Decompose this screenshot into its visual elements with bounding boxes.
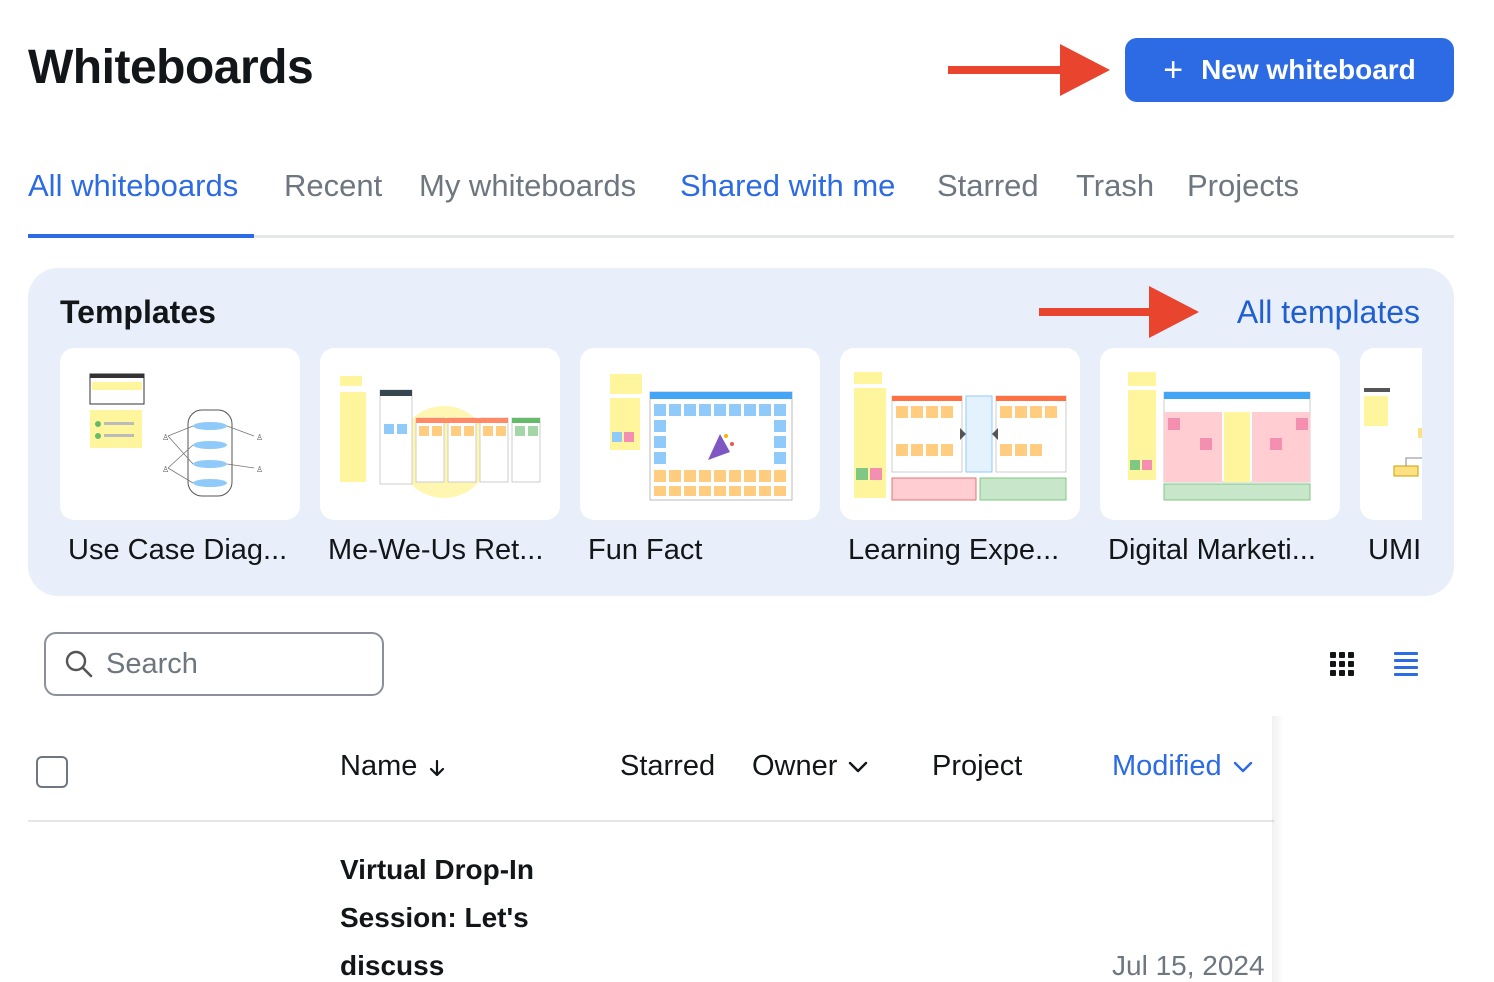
column-owner[interactable]: Owner [752,750,869,783]
template-thumbnail [1100,348,1340,520]
template-card-label: Learning Expe... [848,534,1060,566]
template-card-label: Fun Fact [588,534,703,566]
page-title: Whiteboards [28,41,314,94]
tab-recent[interactable]: Recent [284,168,382,204]
annotation-arrow-all-templates [1039,286,1201,338]
templates-panel: Templates All templates ♙ ♙ ♙ ♙ Use Case… [28,268,1454,596]
column-project[interactable]: Project [932,750,1022,783]
tab-bar: All whiteboards Recent My whiteboards Sh… [28,160,1454,238]
tab-projects[interactable]: Projects [1187,168,1299,204]
column-modified-label: Modified [1112,750,1222,782]
column-overlay [1274,716,1494,982]
table-header: Name Starred Owner Project Modified [28,730,1454,822]
tab-my-whiteboards[interactable]: My whiteboards [419,168,636,204]
annotation-arrow-new-whiteboard [948,44,1110,96]
search-icon [65,650,93,678]
new-whiteboard-button[interactable]: + New whiteboard [1125,38,1454,102]
template-thumbnail [1360,348,1422,520]
active-tab-indicator [28,234,254,238]
template-card-label: UMI [1368,534,1422,566]
select-all-checkbox[interactable] [36,756,68,788]
template-card-label: Digital Marketi... [1108,534,1316,566]
tab-shared-with-me[interactable]: Shared with me [680,168,895,204]
modified-date: Jul 15, 2024 [1112,950,1265,981]
svg-text:♙: ♙ [256,465,263,474]
plus-icon: + [1163,51,1184,89]
templates-title: Templates [60,294,216,330]
template-card[interactable]: Fun Fact [580,348,820,567]
template-card[interactable]: Digital Marketi... [1100,348,1340,567]
template-card-label: Use Case Diag... [68,534,288,566]
search-input[interactable] [106,647,346,681]
tab-trash[interactable]: Trash [1076,168,1154,204]
chevron-down-icon [1233,761,1252,772]
search-box[interactable] [44,632,384,696]
all-templates-link[interactable]: All templates [1237,294,1420,331]
column-name[interactable]: Name [340,750,447,783]
template-card-label: Me-We-Us Ret... [328,534,544,566]
chevron-down-icon [849,761,868,772]
grid-view-icon[interactable] [1330,652,1354,676]
list-view-icon[interactable] [1394,652,1418,676]
svg-text:♙: ♙ [256,433,263,442]
column-shadow [1272,716,1284,982]
template-thumbnail [840,348,1080,520]
column-starred[interactable]: Starred [620,750,715,783]
template-card[interactable]: Me-We-Us Ret... [320,348,560,567]
template-thumbnail [580,348,820,520]
template-thumbnail [320,348,560,520]
column-name-label: Name [340,750,418,782]
svg-text:♙: ♙ [162,465,169,474]
column-owner-label: Owner [752,750,838,782]
tab-starred[interactable]: Starred [937,168,1039,204]
template-card[interactable]: ♙ ♙ ♙ ♙ Use Case Diag... [60,348,300,567]
template-thumbnail: ♙ ♙ ♙ ♙ [60,348,300,520]
tab-all-whiteboards[interactable]: All whiteboards [28,168,238,204]
column-modified[interactable]: Modified [1112,750,1254,783]
svg-text:♙: ♙ [162,433,169,442]
template-card[interactable]: Learning Expe... [840,348,1080,567]
whiteboard-name-link[interactable]: Virtual Drop-In Session: Let's discuss [340,846,600,982]
new-whiteboard-label: New whiteboard [1201,54,1416,85]
arrow-down-icon [430,759,445,776]
template-card[interactable]: UMI [1360,348,1422,567]
template-cards: ♙ ♙ ♙ ♙ Use Case Diag... Me-We-Us Ret...… [60,348,1422,578]
